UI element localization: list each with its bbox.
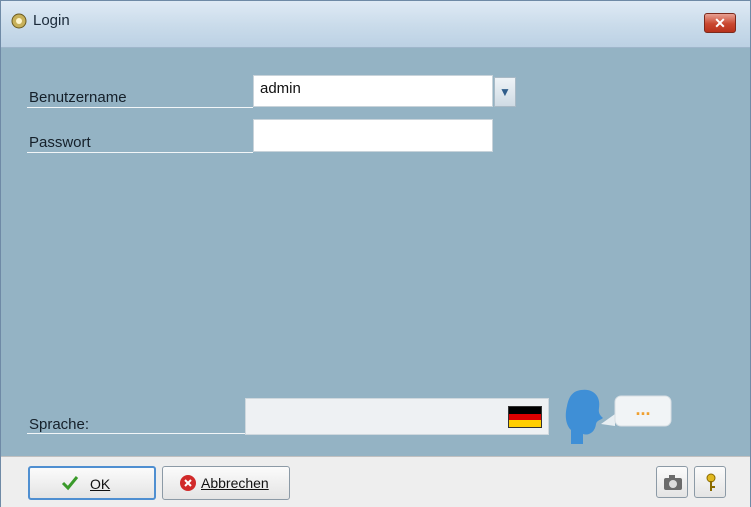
cancel-button-label: Abbrechen xyxy=(201,475,269,491)
title-bar: Login ✕ xyxy=(1,1,750,48)
camera-icon xyxy=(664,475,682,490)
ok-button[interactable]: OK xyxy=(28,466,156,500)
password-label: Passwort xyxy=(29,134,91,151)
password-field[interactable] xyxy=(253,119,493,152)
camera-button[interactable] xyxy=(656,466,688,498)
login-form: Benutzername admin ▼ Passwort Sprache: .… xyxy=(1,48,750,456)
language-underline xyxy=(27,433,247,434)
button-bar: OK Abbrechen xyxy=(1,456,750,507)
username-dropdown-button[interactable]: ▼ xyxy=(494,77,516,107)
password-underline xyxy=(27,152,253,153)
cancel-icon xyxy=(180,475,196,491)
german-flag-icon xyxy=(508,406,542,428)
username-underline xyxy=(27,107,253,108)
username-field[interactable]: admin xyxy=(253,75,493,107)
ok-button-label: OK xyxy=(90,476,111,492)
chevron-down-icon: ▼ xyxy=(499,85,511,99)
language-selector[interactable] xyxy=(245,398,549,435)
close-button[interactable]: ✕ xyxy=(704,13,736,33)
lock-icon xyxy=(11,13,27,29)
username-label: Benutzername xyxy=(29,89,127,106)
login-window: Login ✕ Benutzername admin ▼ Passwort Sp… xyxy=(0,0,751,507)
checkmark-icon xyxy=(61,476,79,491)
speech-bubble-text: ... xyxy=(635,399,650,419)
window-title: Login xyxy=(33,12,70,29)
speaking-head-icon[interactable]: ... xyxy=(563,384,675,446)
help-button[interactable] xyxy=(694,466,726,498)
cancel-button[interactable]: Abbrechen xyxy=(162,466,290,500)
key-icon xyxy=(706,473,716,491)
language-label: Sprache: xyxy=(29,416,90,433)
close-icon: ✕ xyxy=(714,15,726,31)
